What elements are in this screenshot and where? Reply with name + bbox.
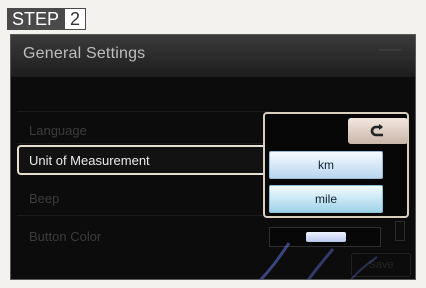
button-color-sample <box>306 232 346 242</box>
menu-item-language[interactable]: Language <box>15 115 271 145</box>
back-arrow-icon <box>370 124 383 137</box>
menu-item-label: Unit of Measurement <box>29 153 150 168</box>
scroll-indicator[interactable] <box>395 221 405 241</box>
divider <box>17 215 271 216</box>
menu-item-button-color[interactable]: Button Color <box>15 221 271 251</box>
settings-screen: General Settings Language Unit of Measur… <box>10 34 416 280</box>
step-indicator: STEP 2 <box>7 8 87 30</box>
menu-item-label: Beep <box>29 191 60 206</box>
option-mile-button[interactable]: mile <box>269 185 383 213</box>
divider <box>17 111 271 112</box>
menu-item-label: Button Color <box>29 229 102 244</box>
divider <box>17 143 271 144</box>
option-km-button[interactable]: km <box>269 151 383 179</box>
back-button[interactable] <box>348 118 408 144</box>
button-color-swatch[interactable] <box>269 227 381 247</box>
menu-item-1[interactable] <box>15 81 271 111</box>
step-label: STEP <box>7 8 65 30</box>
save-button[interactable]: Save <box>351 253 411 277</box>
screen-header: General Settings <box>11 35 415 77</box>
page-title: General Settings <box>23 45 146 62</box>
header-ghost-icon <box>379 49 401 57</box>
menu-item-unit-of-measurement[interactable]: Unit of Measurement <box>17 145 271 175</box>
step-number: 2 <box>64 8 87 30</box>
menu-item-label: Language <box>29 123 87 138</box>
menu-item-beep[interactable]: Beep <box>15 183 271 213</box>
